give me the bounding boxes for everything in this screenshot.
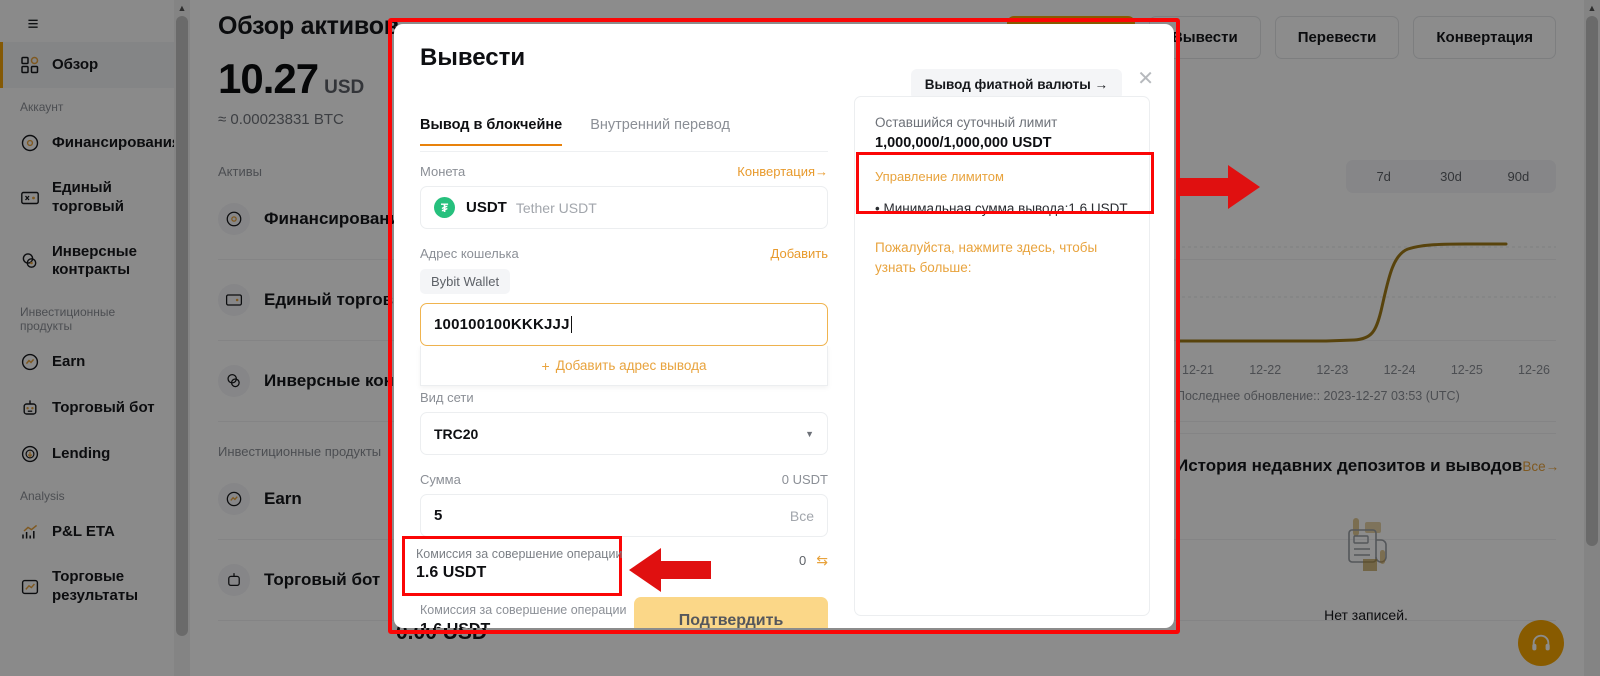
fee-label: Комиссия за совершение операции <box>416 547 623 561</box>
screen-root: ≡ Обзор Аккаунт Финансирования Единый то… <box>0 0 1600 676</box>
arrow-to-fee <box>629 548 711 592</box>
fee-box-content: Комиссия за совершение операции 1.6 USDT <box>405 539 623 593</box>
arrow-to-limit <box>1178 165 1260 209</box>
fee-value: 1.6 USDT <box>416 564 487 581</box>
